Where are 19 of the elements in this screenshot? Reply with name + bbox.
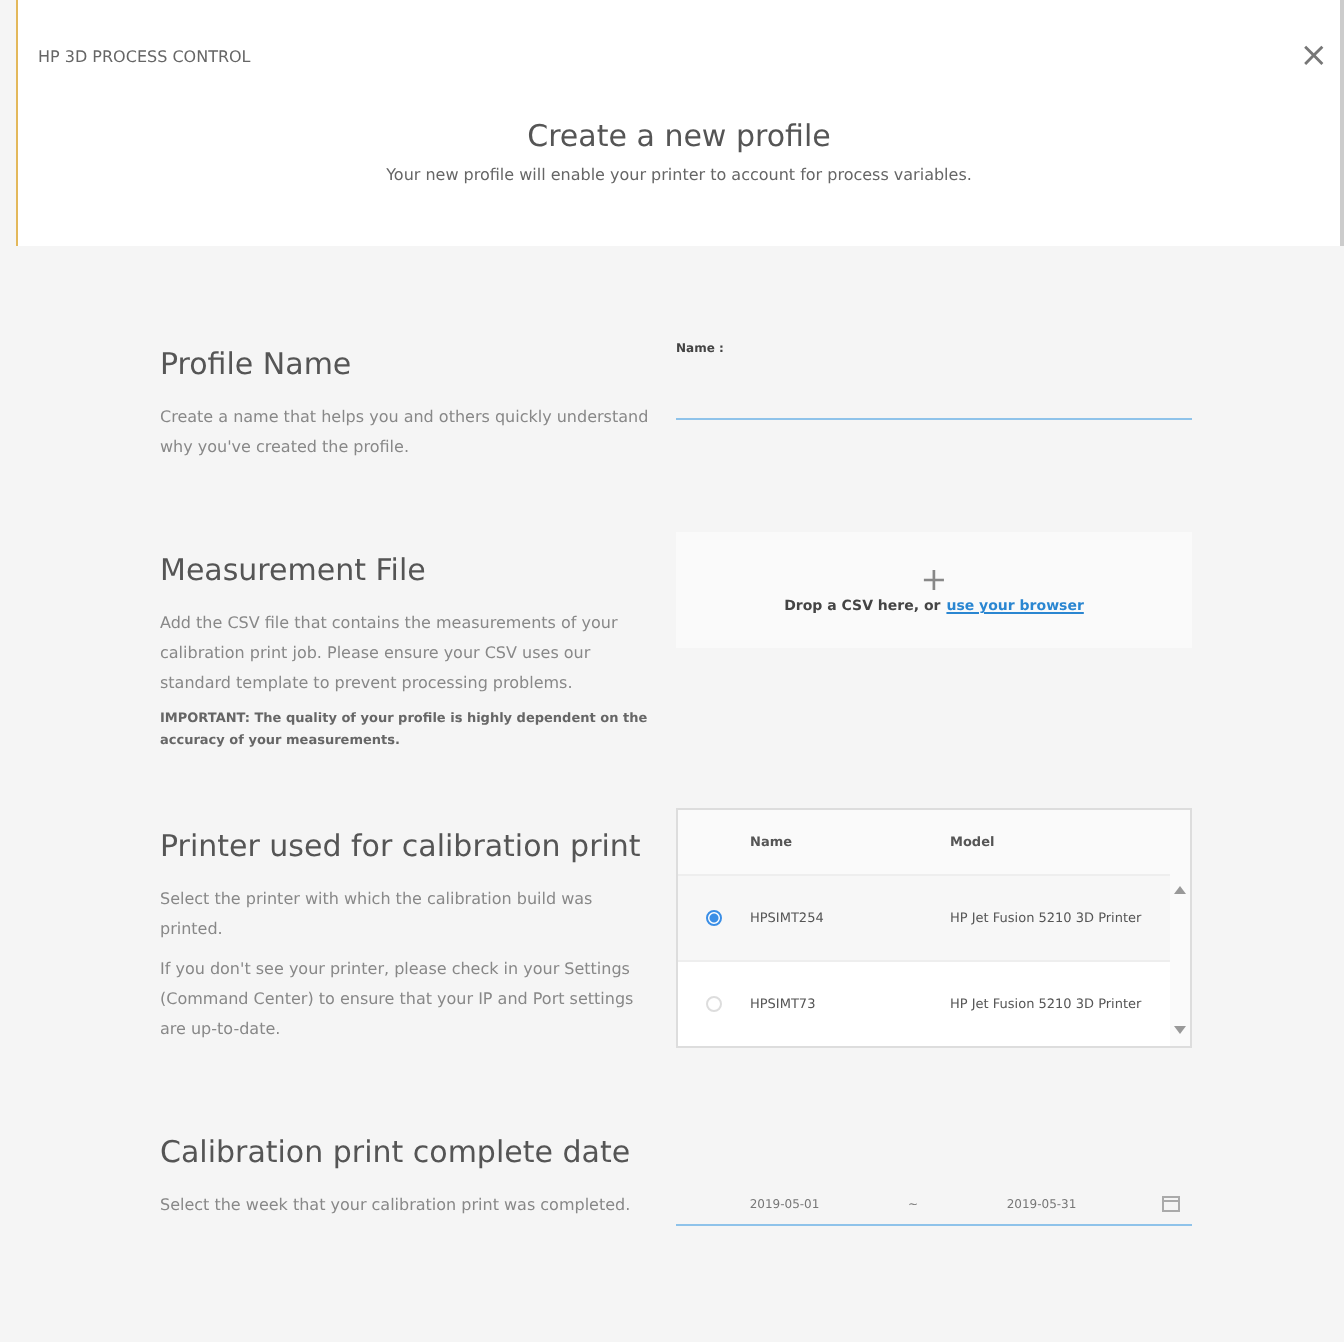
section-description: Select the week that your calibration print was completed. — [160, 1194, 633, 1218]
section-heading: Calibration print complete date — [160, 1134, 633, 1170]
section-description: Add the CSV file that contains the measurements of your calibration print job. Please ensure your CSV uses our standard template to prevent processing problems. — [160, 612, 620, 696]
section-heading: Measurement File — [160, 552, 428, 588]
scroll-down-icon[interactable] — [1174, 1026, 1186, 1034]
plus-icon: + — [920, 566, 948, 594]
calendar-icon — [1162, 1196, 1180, 1212]
section-description: Create a name that helps you and others quickly understand why you've created the profile. — [160, 406, 651, 460]
section-heading: Profile Name — [160, 346, 354, 382]
app-title: HP 3D PROCESS CONTROL — [38, 48, 251, 66]
section-description: Select the printer with which the calibration build was printed. — [160, 888, 595, 942]
section-heading: Printer used for calibration print — [160, 828, 643, 864]
page-title: Create a new profile — [525, 118, 833, 154]
scroll-up-icon[interactable] — [1174, 886, 1186, 894]
section-description: If you don't see your printer, please check in your Settings (Command Center) to ensure that your IP and Port settings are up-to-date. — [160, 958, 636, 1042]
close-button[interactable]: × — [1287, 40, 1340, 74]
page-subtitle: Your new profile will enable your printer to account for process variables. — [384, 166, 974, 184]
radio-button[interactable] — [706, 910, 722, 926]
scrollbar[interactable] — [1170, 874, 1190, 1046]
